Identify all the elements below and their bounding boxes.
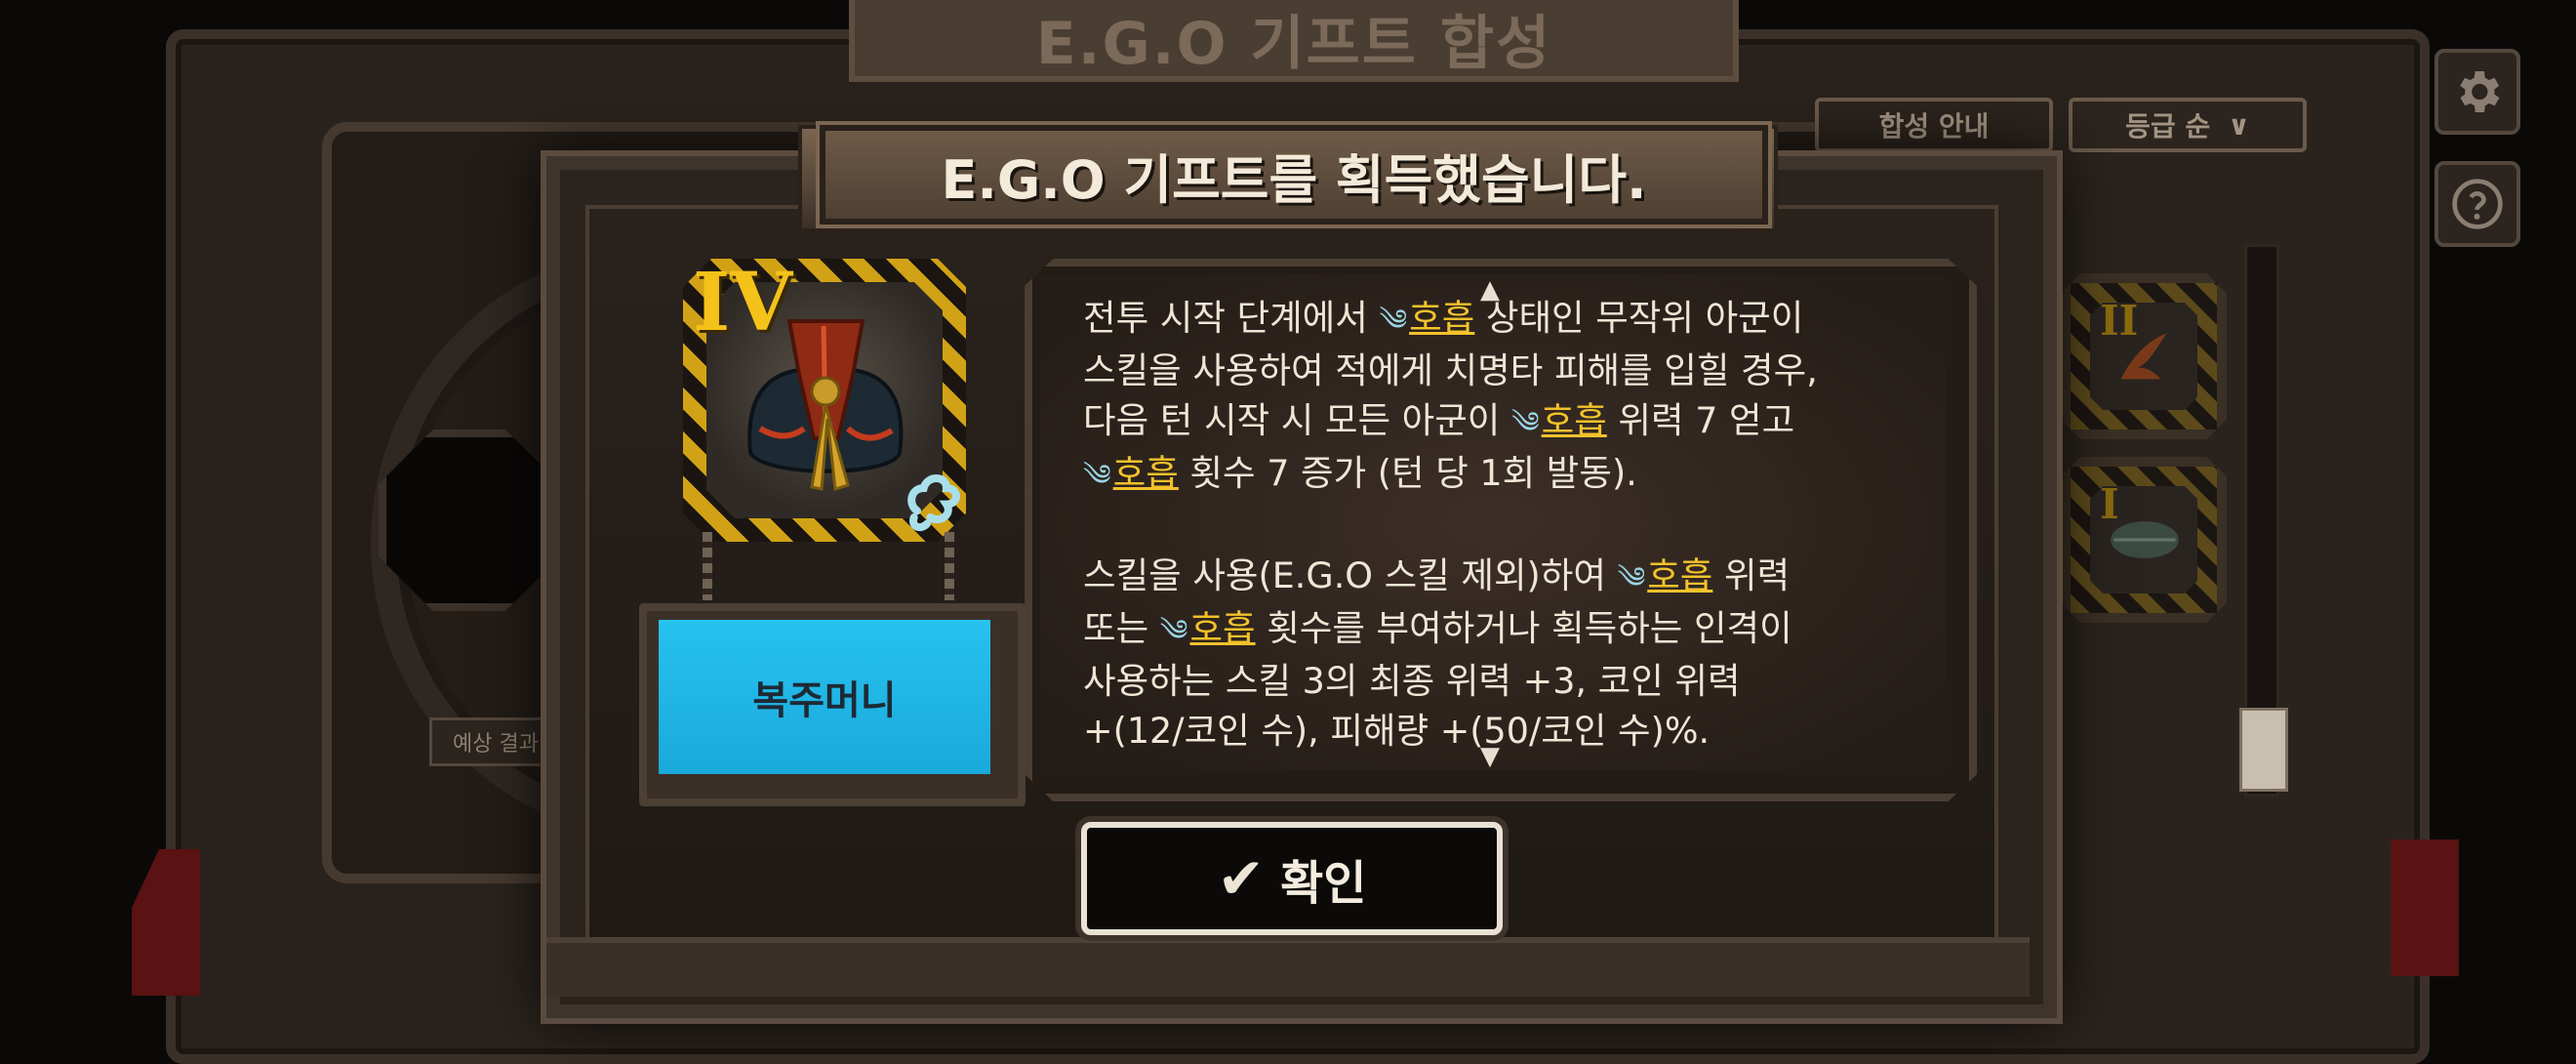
gift-grade: IV — [693, 256, 792, 349]
description-text: 위력 7 얻고 — [1606, 399, 1795, 441]
side-gift-card-1[interactable]: II — [2061, 273, 2227, 439]
description-text: 위력 — [1712, 554, 1791, 596]
chain-left — [703, 532, 712, 600]
description-line: 스킬을 사용(E.G.O 스킬 제외)하여 ༄호흡 위력 — [1083, 551, 1912, 603]
gift-name: 복주머니 — [659, 620, 990, 774]
gift-description: 전투 시작 단계에서 ༄호흡 상태인 무작위 아군이 스킬을 사용하여 적에게 치… — [1083, 293, 1912, 805]
description-line: 스킬을 사용하여 적에게 치명타 피해를 입힐 경우, — [1083, 346, 1912, 395]
settings-button[interactable] — [2435, 49, 2520, 135]
keyword-breath[interactable]: 호흡 — [1113, 452, 1179, 494]
check-icon: ✔ — [1217, 845, 1266, 912]
background-scroll-thumb[interactable] — [2239, 708, 2288, 792]
background-red-decoration — [2391, 839, 2459, 976]
description-text: 스킬을 사용(E.G.O 스킬 제외)하여 — [1083, 554, 1618, 596]
sort-label: 등급 순 — [2125, 110, 2211, 143]
keyword-breath[interactable]: 호흡 — [1189, 607, 1255, 649]
modal-title-plate: E.G.O 기프트를 획득했습니다. — [820, 125, 1768, 225]
breath-keyword-icon: ༄ — [1159, 614, 1188, 648]
keyword-breath[interactable]: 호흡 — [1409, 297, 1474, 339]
description-text: 스킬을 사용하여 적에게 치명타 피해를 입힐 경우, — [1083, 349, 1818, 391]
description-text: 상태인 무작위 아군이 — [1474, 297, 1804, 339]
keyword-breath[interactable]: 호흡 — [1542, 399, 1607, 441]
breath-keyword-icon: ༄ — [1379, 304, 1408, 338]
confirm-label: 확인 — [1280, 856, 1367, 911]
description-paragraph-1: 전투 시작 단계에서 ༄호흡 상태인 무작위 아군이 스킬을 사용하여 적에게 치… — [1083, 293, 1912, 501]
description-text: 사용하는 스킬 3의 최종 위력 +3, 코인 위력 — [1083, 660, 1741, 702]
synthesis-guide-button[interactable]: 합성 안내 — [1815, 98, 2053, 152]
description-line: 또는 ༄호흡 횟수를 부여하거나 획득하는 인격이 — [1083, 603, 1912, 656]
leaf-icon — [2111, 521, 2179, 558]
background-red-decoration — [132, 849, 200, 996]
description-line: ༄호흡 횟수 7 증가 (턴 당 1회 발동). — [1083, 448, 1912, 501]
description-line: 다음 턴 시작 시 모든 아군이 ༄호흡 위력 7 얻고 — [1083, 395, 1912, 448]
description-text: 횟수를 부여하거나 획득하는 인격이 — [1255, 607, 1792, 649]
question-icon — [2452, 179, 2503, 229]
confirm-button[interactable]: ✔ 확인 — [1081, 822, 1503, 935]
description-paragraph-2: 스킬을 사용(E.G.O 스킬 제외)하여 ༄호흡 위력 또는 ༄호흡 횟수를 부… — [1083, 551, 1912, 756]
description-line: 사용하는 스킬 3의 최종 위력 +3, 코인 위력 — [1083, 656, 1912, 706]
breath-keyword-icon: ༄ — [1083, 459, 1111, 493]
modal-bottom-bar — [546, 937, 2030, 997]
expected-result-label: 예상 결과 — [429, 717, 562, 766]
description-line: 전투 시작 단계에서 ༄호흡 상태인 무작위 아군이 — [1083, 293, 1912, 346]
description-text: 전투 시작 단계에서 — [1083, 297, 1380, 339]
modal-title: E.G.O 기프트를 획득했습니다. — [941, 148, 1647, 211]
keyword-breath[interactable]: 호흡 — [1647, 554, 1712, 596]
chevron-down-icon: ∨ — [2228, 108, 2250, 142]
breath-icon — [898, 459, 976, 541]
side-gift-card-2[interactable]: I — [2061, 457, 2227, 623]
sort-dropdown[interactable]: 등급 순 ∨ — [2069, 98, 2307, 152]
chain-right — [945, 532, 954, 600]
description-line: +(12/코인 수), 피해량 +(50/코인 수)%. — [1083, 706, 1912, 756]
description-text: +(12/코인 수), 피해량 +(50/코인 수)%. — [1083, 710, 1711, 752]
description-text: 또는 — [1083, 607, 1160, 649]
background-title: E.G.O 기프트 합성 — [849, 0, 1739, 82]
gear-icon — [2460, 71, 2500, 112]
description-text: 횟수 7 증가 (턴 당 1회 발동). — [1178, 452, 1637, 494]
description-text: 다음 턴 시작 시 모든 아군이 — [1083, 399, 1511, 441]
phoenix-feather-icon — [2120, 333, 2167, 380]
breath-keyword-icon: ༄ — [1511, 406, 1540, 440]
help-button[interactable] — [2435, 161, 2520, 247]
breath-keyword-icon: ༄ — [1617, 561, 1646, 595]
